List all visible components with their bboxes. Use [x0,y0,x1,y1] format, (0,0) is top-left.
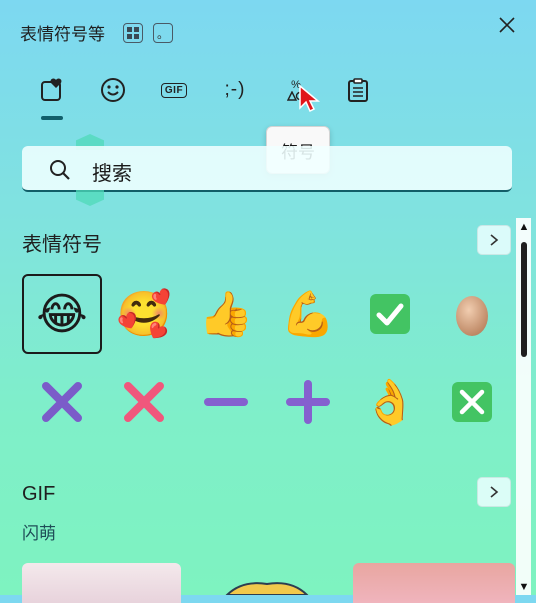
gif-section-expand-button[interactable] [477,477,511,507]
emoji-cell[interactable] [104,362,184,442]
flexed-biceps-emoji: 💪 [280,290,336,339]
emoji-cell[interactable] [432,274,512,354]
clipboard-icon [348,78,368,102]
minus-emoji [204,398,248,406]
gif-icon: GIF [160,82,188,98]
emoji-section-expand-button[interactable] [477,225,511,255]
emoji-cell[interactable] [350,274,430,354]
scroll-down-arrow-icon[interactable]: ▼ [517,580,531,594]
scrollbar-thumb[interactable] [521,242,527,357]
emoji-cell[interactable]: 💪 [268,274,348,354]
emoji-cell[interactable]: 🥰 [104,274,184,354]
cross-mark-button-emoji [452,382,492,422]
emoji-cell[interactable]: 👌 [350,362,430,442]
tab-kaomoji[interactable]: ;-) [217,72,253,108]
emoji-cell[interactable] [268,362,348,442]
chevron-right-icon [490,486,499,498]
tab-gif[interactable]: GIF [156,72,192,108]
search-icon [50,160,70,180]
gif-provider-label: 闪萌 [22,524,56,543]
emoji-cell[interactable] [432,362,512,442]
emoji-cell[interactable] [22,362,102,442]
heart-in-square-icon [41,78,62,101]
tab-emoji[interactable] [95,72,131,108]
window-title: 表情符号等 [20,25,105,44]
thumbs-up-emoji: 👍 [198,290,254,339]
tab-emoji-favorites[interactable] [34,72,70,108]
smiling-hearts-emoji: 🥰 [116,290,172,339]
mouse-cursor-icon [299,84,321,113]
plus-emoji [286,380,330,424]
scroll-up-arrow-icon[interactable]: ▲ [517,220,531,234]
tears-of-joy-emoji: 😂 [36,289,88,339]
period-key-icon: 。 [153,23,173,43]
check-mark-button-emoji [370,294,410,334]
emoji-section-title: 表情符号 [22,234,102,256]
close-icon [499,17,515,33]
gif-thumbnail-cartoon[interactable] [222,580,312,595]
search-decoration-bottom [76,190,104,206]
emoji-cell[interactable] [186,362,266,442]
smiley-icon [101,78,125,102]
gif-section-title: GIF [22,483,56,505]
gif-thumbnail[interactable] [22,563,181,603]
tab-clipboard[interactable] [340,72,376,108]
windows-key-icon [123,23,143,43]
cross-mark-emoji [124,382,164,422]
emoji-cell[interactable]: 😂 [22,274,102,354]
selected-tab-indicator [41,116,63,120]
close-button[interactable] [494,12,520,38]
chevron-right-icon [490,234,499,246]
gif-thumbnail[interactable] [353,563,515,603]
purple-cross-emoji [42,382,82,422]
emoji-cell[interactable]: 👍 [186,274,266,354]
ok-hand-emoji: 👌 [362,378,418,427]
search-input[interactable]: 搜索 [92,157,132,186]
egg-emoji [456,296,488,336]
